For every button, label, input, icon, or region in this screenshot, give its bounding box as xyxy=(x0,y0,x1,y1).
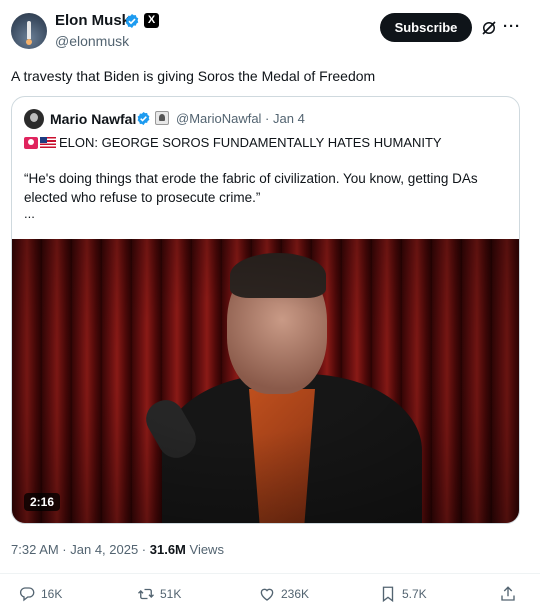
quoted-author-avatar[interactable] xyxy=(24,109,44,129)
quoted-headline-text: ELON: GEORGE SOROS FUNDAMENTALLY HATES H… xyxy=(59,135,442,150)
quoted-headline: ELON: GEORGE SOROS FUNDAMENTALLY HATES H… xyxy=(24,135,442,150)
flame-graphic xyxy=(26,39,32,45)
author-name[interactable]: Elon Musk xyxy=(55,12,130,29)
divider xyxy=(0,573,540,574)
author-handle[interactable]: @elonmusk xyxy=(55,33,129,49)
repost-button[interactable]: 51K xyxy=(137,585,181,603)
video-player[interactable]: 2:16 xyxy=(12,239,519,523)
reply-count: 16K xyxy=(41,587,63,601)
video-vignette xyxy=(12,239,519,523)
bookmark-count: 5.7K xyxy=(402,587,427,601)
reply-icon xyxy=(19,587,35,602)
video-duration-badge: 2:16 xyxy=(24,493,61,511)
repost-count: 51K xyxy=(160,587,182,601)
tweet-text: A travesty that Biden is giving Soros th… xyxy=(11,68,376,84)
us-flag-emoji-icon xyxy=(40,137,56,148)
tweet-timestamp: 7:32 AM · Jan 4, 2025 · 31.6M Views xyxy=(11,542,224,557)
grok-icon[interactable] xyxy=(480,19,498,37)
verified-badge-icon xyxy=(137,111,150,126)
heart-icon xyxy=(260,588,274,601)
views-count: 31.6M xyxy=(149,542,186,557)
repost-icon xyxy=(138,588,154,600)
rocket-graphic xyxy=(27,21,31,39)
author-avatar[interactable] xyxy=(11,13,47,49)
more-options-icon[interactable]: ··· xyxy=(503,18,521,36)
quoted-body-text: “He's doing things that erode the fabric… xyxy=(24,171,478,205)
quoted-author-name[interactable]: Mario Nawfal xyxy=(50,111,136,127)
bookmark-button[interactable]: 5.7K xyxy=(379,585,427,603)
like-count: 236K xyxy=(281,587,310,601)
siren-emoji-icon xyxy=(24,136,38,149)
bookmark-icon xyxy=(382,586,394,603)
quoted-ellipsis: ... xyxy=(24,206,35,221)
affiliate-badge-icon xyxy=(155,111,169,125)
share-icon xyxy=(501,586,515,601)
views-label: Views xyxy=(185,542,224,557)
x-affiliate-icon: X xyxy=(144,13,159,28)
like-button[interactable]: 236K xyxy=(258,585,309,603)
subscribe-button[interactable]: Subscribe xyxy=(380,13,472,42)
reply-button[interactable]: 16K xyxy=(18,585,62,603)
share-button[interactable] xyxy=(499,585,522,603)
quoted-author-meta: @MarioNawfal · Jan 4 xyxy=(176,111,305,126)
tweet-time[interactable]: 7:32 AM · Jan 4, 2025 · xyxy=(11,542,150,557)
verified-badge-icon xyxy=(125,14,139,28)
quoted-tweet[interactable]: Mario Nawfal @MarioNawfal · Jan 4 ELON: … xyxy=(11,96,520,524)
